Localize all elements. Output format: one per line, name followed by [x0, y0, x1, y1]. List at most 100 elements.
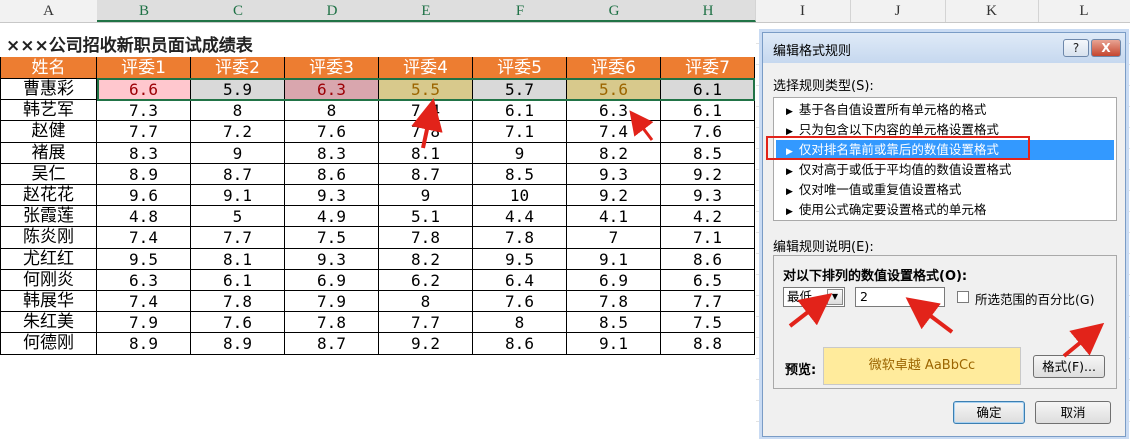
score-cell[interactable]: 8 — [473, 312, 567, 334]
score-cell[interactable]: 6.3 — [285, 79, 379, 101]
close-button[interactable]: X — [1091, 39, 1121, 57]
name-cell[interactable]: 尤红红 — [0, 248, 97, 270]
score-cell[interactable]: 8.3 — [285, 142, 379, 164]
score-cell[interactable]: 7.6 — [473, 291, 567, 313]
score-cell[interactable]: 8.5 — [567, 312, 661, 334]
score-cell[interactable]: 4.1 — [567, 206, 661, 228]
score-cell[interactable]: 8.6 — [661, 248, 755, 270]
score-cell[interactable]: 7.4 — [97, 291, 191, 313]
score-cell[interactable]: 4.9 — [285, 206, 379, 228]
name-cell[interactable]: 陈炎刚 — [0, 227, 97, 249]
rank-count-input[interactable]: 2 — [855, 287, 945, 307]
name-cell[interactable]: 朱红美 — [0, 312, 97, 334]
score-cell[interactable]: 8.6 — [473, 333, 567, 355]
score-cell[interactable]: 9.5 — [97, 248, 191, 270]
score-cell[interactable]: 5.9 — [191, 79, 285, 101]
score-cell[interactable]: 7.9 — [285, 291, 379, 313]
header-cell[interactable]: 评委6 — [567, 57, 661, 79]
help-button[interactable]: ? — [1063, 39, 1089, 57]
score-cell[interactable]: 9.1 — [567, 333, 661, 355]
score-cell[interactable]: 6.1 — [473, 100, 567, 122]
score-cell[interactable]: 7.6 — [191, 312, 285, 334]
score-cell[interactable]: 8.3 — [97, 142, 191, 164]
name-cell[interactable]: 何德刚 — [0, 333, 97, 355]
score-cell[interactable]: 8.7 — [191, 163, 285, 185]
chevron-down-icon[interactable]: ▼ — [827, 289, 843, 305]
column-header-j[interactable]: J — [850, 0, 946, 22]
header-cell[interactable]: 姓名 — [0, 57, 97, 79]
cancel-button[interactable]: 取消 — [1035, 401, 1111, 424]
score-cell[interactable]: 9 — [473, 142, 567, 164]
score-cell[interactable]: 9.3 — [661, 185, 755, 207]
score-cell[interactable]: 7.5 — [661, 312, 755, 334]
score-cell[interactable]: 7.8 — [285, 312, 379, 334]
score-cell[interactable]: 7.7 — [191, 227, 285, 249]
score-cell[interactable]: 9.3 — [285, 185, 379, 207]
rule-type-item[interactable]: ▶ 仅对唯一值或重复值设置格式 — [776, 180, 1114, 200]
score-cell[interactable]: 5.5 — [379, 79, 473, 101]
format-button[interactable]: 格式(F)... — [1033, 355, 1105, 378]
score-cell[interactable]: 9.2 — [661, 163, 755, 185]
score-cell[interactable]: 7.4 — [379, 100, 473, 122]
column-header-g[interactable]: G — [567, 0, 662, 22]
score-cell[interactable]: 8 — [191, 100, 285, 122]
score-cell[interactable]: 7.9 — [97, 312, 191, 334]
score-cell[interactable]: 6.1 — [661, 100, 755, 122]
score-cell[interactable]: 8.8 — [661, 333, 755, 355]
score-cell[interactable]: 9.2 — [379, 333, 473, 355]
header-cell[interactable]: 评委3 — [285, 57, 379, 79]
header-cell[interactable]: 评委5 — [473, 57, 567, 79]
percent-label[interactable]: 所选范围的百分比(G) — [975, 289, 1094, 308]
score-cell[interactable]: 9.5 — [473, 248, 567, 270]
score-cell[interactable]: 8.7 — [285, 333, 379, 355]
score-cell[interactable]: 7.4 — [97, 227, 191, 249]
score-cell[interactable]: 6.9 — [567, 269, 661, 291]
column-header-f[interactable]: F — [473, 0, 568, 22]
column-header-h[interactable]: H — [661, 0, 756, 22]
score-cell[interactable]: 9.1 — [567, 248, 661, 270]
column-header-d[interactable]: D — [285, 0, 380, 22]
score-cell[interactable]: 4.2 — [661, 206, 755, 228]
name-cell[interactable]: 曹惠彩 — [0, 79, 97, 101]
score-cell[interactable]: 8 — [379, 291, 473, 313]
score-cell[interactable]: 7 — [567, 227, 661, 249]
rule-type-item[interactable]: ▶ 仅对排名靠前或靠后的数值设置格式 — [776, 140, 1114, 160]
score-cell[interactable]: 7.4 — [567, 121, 661, 143]
score-cell[interactable]: 8.1 — [191, 248, 285, 270]
score-cell[interactable]: 7.6 — [661, 121, 755, 143]
score-cell[interactable]: 4.4 — [473, 206, 567, 228]
header-cell[interactable]: 评委7 — [661, 57, 755, 79]
score-cell[interactable]: 7.1 — [661, 227, 755, 249]
score-cell[interactable]: 9.2 — [567, 185, 661, 207]
percent-checkbox[interactable] — [957, 291, 969, 303]
score-cell[interactable]: 6.5 — [661, 269, 755, 291]
title-row[interactable]: ×××公司招收新职员面试成绩表 — [0, 35, 755, 57]
score-cell[interactable]: 6.6 — [97, 79, 191, 101]
rule-type-item[interactable]: ▶ 使用公式确定要设置格式的单元格 — [776, 200, 1114, 220]
score-cell[interactable]: 6.1 — [661, 79, 755, 101]
header-cell[interactable]: 评委2 — [191, 57, 285, 79]
column-header-c[interactable]: C — [191, 0, 286, 22]
column-header-a[interactable]: A — [0, 0, 98, 22]
score-cell[interactable]: 7.5 — [285, 227, 379, 249]
score-cell[interactable]: 9.6 — [97, 185, 191, 207]
score-cell[interactable]: 7.8 — [191, 291, 285, 313]
rule-type-item[interactable]: ▶ 仅对高于或低于平均值的数值设置格式 — [776, 160, 1114, 180]
name-cell[interactable]: 何刚炎 — [0, 269, 97, 291]
score-cell[interactable]: 8.5 — [661, 142, 755, 164]
score-cell[interactable]: 7.8 — [379, 227, 473, 249]
score-cell[interactable]: 6.3 — [567, 100, 661, 122]
column-header-e[interactable]: E — [379, 0, 474, 22]
score-cell[interactable]: 5.7 — [473, 79, 567, 101]
score-cell[interactable]: 7.7 — [379, 312, 473, 334]
score-cell[interactable]: 5.6 — [567, 79, 661, 101]
score-cell[interactable]: 8.1 — [379, 142, 473, 164]
name-cell[interactable]: 张霞莲 — [0, 206, 97, 228]
column-header-l[interactable]: L — [1038, 0, 1130, 22]
score-cell[interactable]: 9.3 — [285, 248, 379, 270]
rank-direction-select[interactable]: 最低 ▼ — [783, 287, 845, 307]
rule-type-item[interactable]: ▶ 基于各自值设置所有单元格的格式 — [776, 100, 1114, 120]
score-cell[interactable]: 6.9 — [285, 269, 379, 291]
name-cell[interactable]: 吴仁 — [0, 163, 97, 185]
score-cell[interactable]: 6.3 — [97, 269, 191, 291]
